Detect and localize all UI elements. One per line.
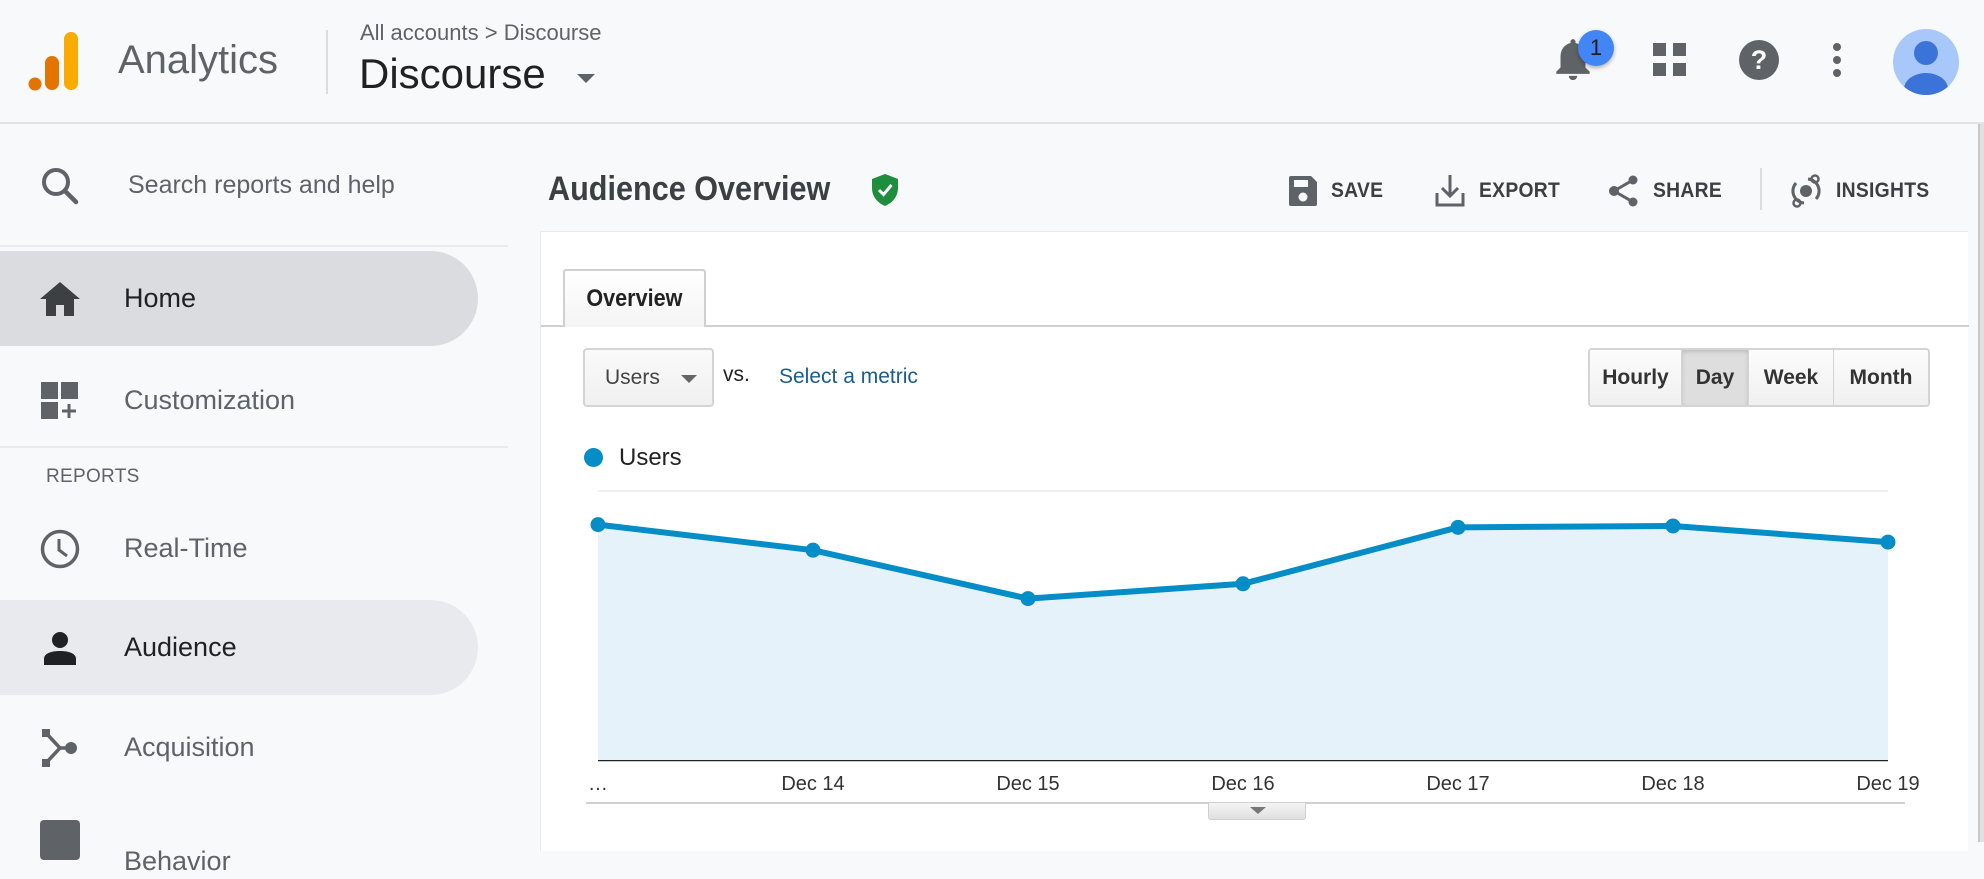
users-data-point xyxy=(1665,518,1681,534)
users-line-chart: … Dec 14 Dec 15 Dec 16 Dec 17 Dec 18 Dec 19 xyxy=(586,490,1920,804)
app-name: Analytics xyxy=(118,38,279,82)
account-avatar-icon xyxy=(1904,41,1948,95)
apps-grid-icon xyxy=(1653,43,1686,76)
property-selector[interactable]: Discourse xyxy=(359,50,546,98)
sidebar-item-label: Customization xyxy=(124,385,296,415)
caret-down-icon xyxy=(1250,807,1266,814)
sidebar-item-acquisition[interactable]: Acquisition xyxy=(0,700,478,795)
sidebar-item-audience[interactable]: Audience xyxy=(0,600,478,695)
sidebar-item-label: Audience xyxy=(124,632,237,662)
x-tick-label: Dec 14 xyxy=(781,773,844,795)
sidebar-item-home[interactable]: Home xyxy=(0,251,478,346)
sidebar-item-label: Behavior xyxy=(124,846,231,876)
acquisition-icon xyxy=(40,728,80,768)
insights-icon xyxy=(1791,174,1821,208)
sidebar-item-label: Home xyxy=(124,283,197,313)
actions-divider xyxy=(1760,168,1762,210)
x-tick-label: … xyxy=(588,773,608,795)
sidebar-item-real-time[interactable]: Real-Time xyxy=(0,501,478,596)
reports-section-label: REPORTS xyxy=(46,466,140,487)
users-data-point xyxy=(1235,576,1251,592)
sidebar-item-behavior[interactable]: Behavior xyxy=(0,784,478,879)
apps-button[interactable] xyxy=(1648,38,1692,82)
share-label: SHARE xyxy=(1653,179,1723,202)
page-title: Audience Overview xyxy=(548,170,831,208)
help-icon: ? xyxy=(1739,40,1779,80)
clock-icon xyxy=(40,529,80,569)
top-app-bar: Analytics All accounts > Discourse Disco… xyxy=(0,0,1984,124)
sidebar-item-customization[interactable]: Customization xyxy=(0,353,478,448)
help-button[interactable]: ? xyxy=(1737,38,1781,82)
share-icon xyxy=(1609,175,1638,207)
save-label: SAVE xyxy=(1331,179,1384,202)
search-input[interactable]: Search reports and help xyxy=(128,171,395,200)
users-data-point xyxy=(1880,534,1896,550)
more-vert-icon xyxy=(1833,43,1841,77)
export-label: EXPORT xyxy=(1479,179,1561,202)
more-options-button[interactable] xyxy=(1815,38,1859,82)
person-icon xyxy=(40,628,80,668)
save-button[interactable]: SAVE xyxy=(1289,172,1388,210)
users-area-fill xyxy=(598,524,1888,760)
svg-text:?: ? xyxy=(1751,45,1768,75)
account-breadcrumb[interactable]: All accounts > Discourse xyxy=(360,20,602,46)
users-line-segment xyxy=(1455,522,1676,531)
report-card: Overview Users vs. Select a metric Hourl… xyxy=(540,231,1969,851)
users-data-point xyxy=(805,542,821,558)
insights-button[interactable]: INSIGHTS xyxy=(1790,172,1938,210)
users-data-point xyxy=(1450,519,1466,535)
page-scrollbar[interactable] xyxy=(1978,124,1984,842)
x-tick-label: Dec 16 xyxy=(1211,773,1274,795)
verified-shield-icon xyxy=(872,174,898,206)
sidebar-nav: Search reports and help Home Customizati… xyxy=(0,126,508,876)
sidebar-divider xyxy=(0,245,508,247)
analytics-logo-icon xyxy=(28,32,78,91)
notification-count-badge[interactable]: 1 xyxy=(1578,30,1614,66)
export-button[interactable]: EXPORT xyxy=(1435,172,1567,210)
x-tick-label: Dec 19 xyxy=(1856,773,1919,795)
caret-down-icon[interactable] xyxy=(577,74,595,83)
sidebar-item-label: Real-Time xyxy=(124,533,248,563)
home-icon xyxy=(40,279,80,319)
search-icon[interactable] xyxy=(40,166,80,206)
customization-icon xyxy=(40,381,80,421)
header-divider xyxy=(326,30,328,94)
behavior-icon xyxy=(40,820,80,860)
x-tick-label: Dec 15 xyxy=(996,773,1059,795)
x-tick-label: Dec 18 xyxy=(1641,773,1704,795)
x-tick-label: Dec 17 xyxy=(1426,773,1489,795)
insights-label: INSIGHTS xyxy=(1836,179,1930,202)
share-button[interactable]: SHARE xyxy=(1609,172,1728,210)
chart-resize-handle[interactable] xyxy=(1208,803,1306,820)
export-icon xyxy=(1435,175,1465,207)
account-avatar[interactable] xyxy=(1893,29,1959,95)
users-data-point xyxy=(1020,591,1036,607)
sidebar-divider xyxy=(0,446,508,448)
users-data-point xyxy=(590,517,606,533)
save-icon xyxy=(1289,176,1317,206)
sidebar-item-label: Acquisition xyxy=(124,732,255,762)
